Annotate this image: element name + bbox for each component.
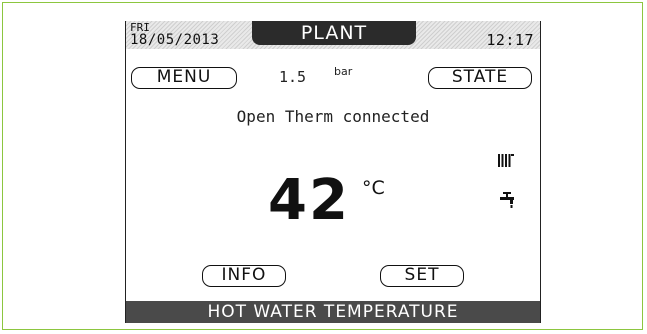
pressure-value: 1.5	[279, 68, 307, 86]
screen-title: PLANT	[252, 21, 416, 45]
outer-frame: FRI 18/05/2013 PLANT 12:17 MENU 1.5 bar …	[2, 2, 643, 330]
connection-status: Open Therm connected	[236, 107, 430, 126]
state-button[interactable]: STATE	[428, 67, 532, 89]
top-bar: FRI 18/05/2013 PLANT 12:17	[126, 21, 540, 49]
temperature-unit: °C	[362, 177, 385, 199]
pressure-unit: bar	[334, 65, 353, 78]
current-time: 12:17	[486, 31, 534, 49]
info-button[interactable]: INFO	[202, 265, 286, 287]
menu-button[interactable]: MENU	[131, 67, 237, 89]
current-date: 18/05/2013	[130, 32, 220, 48]
temperature-value: 42	[268, 168, 350, 233]
set-button[interactable]: SET	[380, 265, 464, 287]
footer-label: HOT WATER TEMPERATURE	[126, 301, 540, 323]
tap-icon	[500, 192, 514, 212]
radiator-icon	[498, 152, 514, 171]
display-screen: FRI 18/05/2013 PLANT 12:17 MENU 1.5 bar …	[125, 21, 541, 323]
